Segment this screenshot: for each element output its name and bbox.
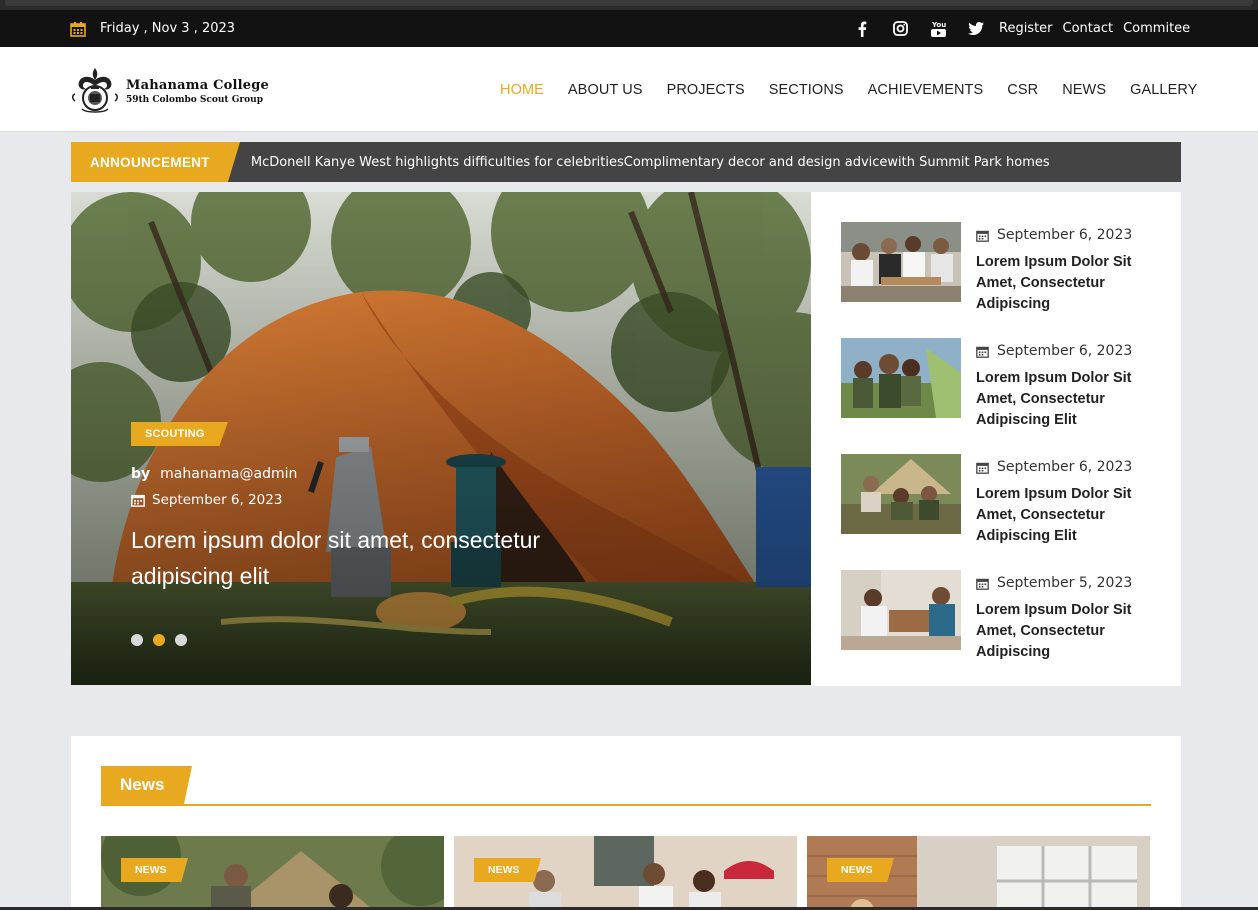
- committee-link[interactable]: Commitee: [1123, 21, 1190, 36]
- main-nav: HOME ABOUT US PROJECTS SECTIONS ACHIEVEM…: [488, 47, 1209, 132]
- news-card-tag[interactable]: NEWS: [474, 858, 540, 883]
- recent-post-meta: September 5, 2023 Lorem Ipsum Dolor Sit …: [976, 575, 1151, 663]
- announcement-ticker[interactable]: McDonell Kanye West highlights difficult…: [251, 155, 1050, 170]
- news-card[interactable]: NEWS: [807, 836, 1150, 910]
- calendar-icon: [976, 230, 989, 242]
- news-card[interactable]: NEWS: [454, 836, 797, 910]
- youtube-icon-text: You: [931, 21, 946, 29]
- hero-category-tag[interactable]: SCOUTING: [131, 422, 228, 447]
- top-date-text: Friday , Nov 3 , 2023: [100, 21, 236, 36]
- announcement-label: ANNOUNCEMENT: [71, 142, 240, 182]
- twitter-icon[interactable]: [968, 21, 984, 37]
- site-logo[interactable]: Mahanama College 59th Colombo Scout Grou…: [70, 65, 269, 117]
- logo-text: Mahanama College 59th Colombo Scout Grou…: [126, 78, 269, 105]
- social-links: You: [854, 10, 1006, 47]
- nav-news[interactable]: NEWS: [1062, 82, 1106, 98]
- hero-slider[interactable]: SCOUTING by mahanama@admin September 6, 2…: [71, 192, 811, 685]
- calendar-icon: [70, 21, 86, 37]
- announcement-bar: ANNOUNCEMENT McDonell Kanye West highlig…: [71, 142, 1181, 182]
- main-header: Mahanama College 59th Colombo Scout Grou…: [0, 47, 1258, 132]
- calendar-icon: [976, 346, 989, 358]
- hero-author[interactable]: mahanama@admin: [160, 466, 297, 482]
- recent-post-title[interactable]: Lorem Ipsum Dolor Sit Amet, Consectetur …: [976, 600, 1151, 663]
- hero-date-text: September 6, 2023: [152, 492, 283, 508]
- nav-achievements[interactable]: ACHIEVEMENTS: [868, 82, 984, 98]
- scout-emblem-icon: [72, 68, 118, 113]
- news-card-tag[interactable]: NEWS: [121, 858, 187, 883]
- contact-link[interactable]: Contact: [1063, 21, 1114, 36]
- recent-post-date-text: September 6, 2023: [997, 343, 1133, 359]
- hero-caption: SCOUTING by mahanama@admin September 6, 2…: [131, 422, 601, 594]
- instagram-icon[interactable]: [892, 21, 908, 37]
- recent-post-date: September 5, 2023: [976, 575, 1151, 591]
- nav-about-us[interactable]: ABOUT US: [568, 82, 643, 98]
- news-section: News NEWS NEWS NEWS: [71, 736, 1181, 910]
- recent-post[interactable]: September 6, 2023 Lorem Ipsum Dolor Sit …: [841, 338, 1161, 438]
- slider-dot-1[interactable]: [131, 634, 143, 646]
- recent-post[interactable]: September 6, 2023 Lorem Ipsum Dolor Sit …: [841, 222, 1161, 322]
- calendar-icon: [976, 578, 989, 590]
- recent-post-date: September 6, 2023: [976, 227, 1151, 243]
- slider-dot-2[interactable]: [153, 634, 165, 646]
- nav-home[interactable]: HOME: [500, 82, 544, 98]
- recent-post-date-text: September 5, 2023: [997, 575, 1133, 591]
- nav-sections[interactable]: SECTIONS: [769, 82, 844, 98]
- recent-post-date: September 6, 2023: [976, 343, 1151, 359]
- top-date: Friday , Nov 3 , 2023: [70, 10, 235, 47]
- recent-posts: September 6, 2023 Lorem Ipsum Dolor Sit …: [811, 192, 1181, 686]
- recent-post-title[interactable]: Lorem Ipsum Dolor Sit Amet, Consectetur …: [976, 252, 1151, 315]
- slider-dots: [131, 634, 197, 646]
- nav-gallery[interactable]: GALLERY: [1130, 82, 1197, 98]
- news-card-tag[interactable]: NEWS: [827, 858, 893, 883]
- recent-post[interactable]: September 6, 2023 Lorem Ipsum Dolor Sit …: [841, 454, 1161, 554]
- recent-post-meta: September 6, 2023 Lorem Ipsum Dolor Sit …: [976, 343, 1151, 431]
- calendar-icon: [976, 462, 989, 474]
- top-bar: Friday , Nov 3 , 2023 You Register Conta…: [0, 10, 1258, 47]
- recent-post-thumbnail[interactable]: [841, 454, 961, 534]
- recent-post-date: September 6, 2023: [976, 459, 1151, 475]
- hero-headline[interactable]: Lorem ipsum dolor sit amet, consectetur …: [131, 522, 601, 594]
- hero-by-label: by: [131, 466, 151, 482]
- recent-post-date-text: September 6, 2023: [997, 459, 1133, 475]
- recent-post-title[interactable]: Lorem Ipsum Dolor Sit Amet, Consectetur …: [976, 484, 1151, 547]
- recent-post[interactable]: September 5, 2023 Lorem Ipsum Dolor Sit …: [841, 570, 1161, 670]
- nav-csr[interactable]: CSR: [1007, 82, 1038, 98]
- news-section-header: News: [101, 766, 1151, 806]
- recent-post-title[interactable]: Lorem Ipsum Dolor Sit Amet, Consectetur …: [976, 368, 1151, 431]
- slider-dot-3[interactable]: [175, 634, 187, 646]
- browser-frame: [0, 0, 1258, 10]
- recent-post-thumbnail[interactable]: [841, 338, 961, 418]
- recent-post-date-text: September 6, 2023: [997, 227, 1133, 243]
- logo-title: Mahanama College: [126, 77, 269, 93]
- top-links: Register Contact Commitee: [999, 10, 1200, 47]
- news-card[interactable]: NEWS: [101, 836, 444, 910]
- hero-date: September 6, 2023: [131, 492, 601, 508]
- hero-byline: by mahanama@admin: [131, 466, 601, 482]
- facebook-icon[interactable]: [854, 21, 870, 37]
- news-section-title: News: [101, 766, 193, 804]
- logo-subtitle: 59th Colombo Scout Group: [126, 94, 263, 105]
- recent-post-thumbnail[interactable]: [841, 222, 961, 302]
- recent-post-meta: September 6, 2023 Lorem Ipsum Dolor Sit …: [976, 227, 1151, 315]
- recent-post-meta: September 6, 2023 Lorem Ipsum Dolor Sit …: [976, 459, 1151, 547]
- youtube-icon[interactable]: You: [930, 21, 946, 37]
- nav-projects[interactable]: PROJECTS: [667, 82, 745, 98]
- browser-tab-strip: [5, 0, 1253, 6]
- register-link[interactable]: Register: [999, 21, 1053, 36]
- recent-post-thumbnail[interactable]: [841, 570, 961, 650]
- calendar-icon: [131, 494, 145, 507]
